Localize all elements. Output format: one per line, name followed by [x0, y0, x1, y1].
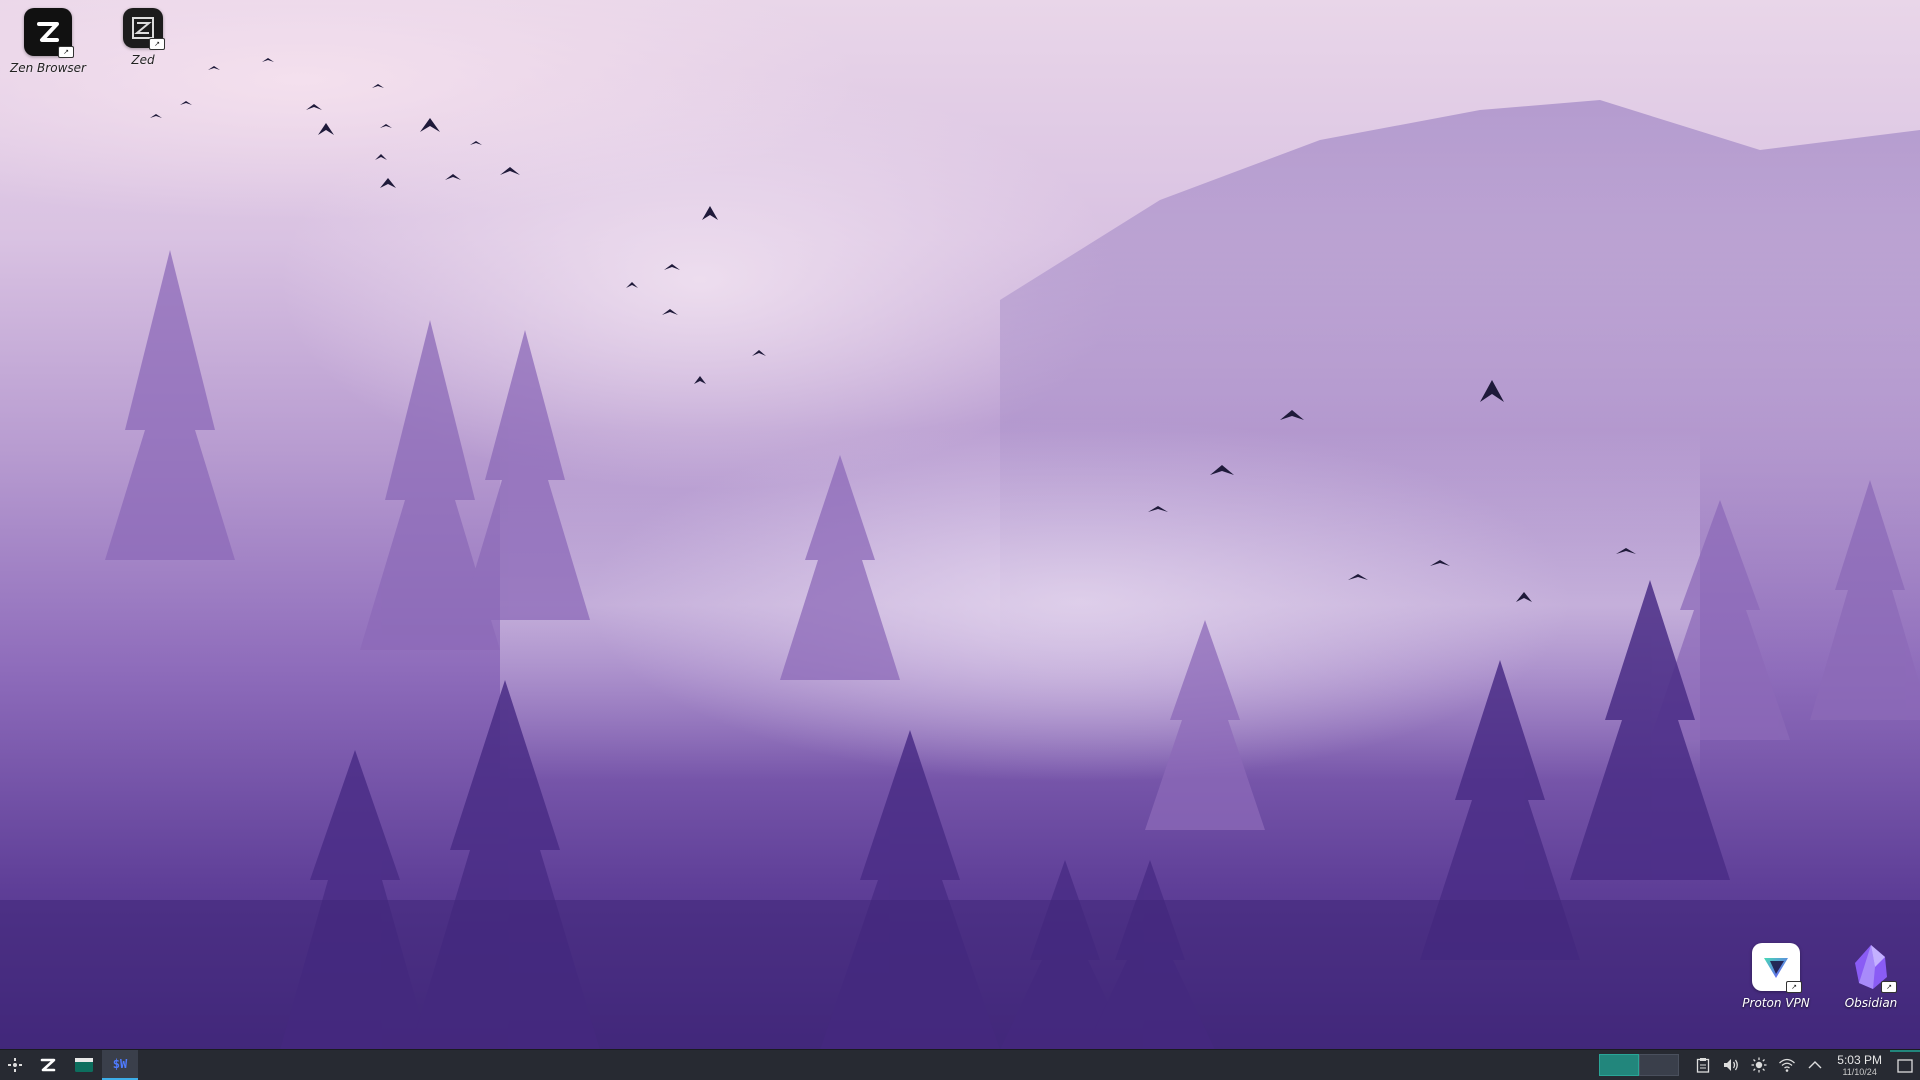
desktop-icon-zen-browser[interactable]: ↗ Zen Browser [2, 8, 94, 75]
taskbar-zen-browser[interactable] [30, 1050, 66, 1080]
terminal-icon [75, 1058, 93, 1072]
taskbar-sw-app[interactable]: $W [102, 1050, 138, 1080]
proton-vpn-icon: ↗ [1752, 943, 1802, 993]
zen-browser-icon: ↗ [24, 8, 74, 58]
link-badge-icon: ↗ [149, 38, 165, 50]
clipboard-icon[interactable] [1689, 1050, 1717, 1080]
brightness-icon[interactable] [1745, 1050, 1773, 1080]
clock-time: 5:03 PM [1837, 1052, 1882, 1067]
link-badge-icon: ↗ [58, 46, 74, 58]
desktop[interactable]: ↗ Zen Browser ↗ Zed ↗ Proton VPN ↗ Obsid… [0, 0, 1920, 1080]
expand-tray-icon[interactable] [1801, 1050, 1829, 1080]
obsidian-icon: ↗ [1847, 943, 1897, 993]
digital-clock[interactable]: 5:03 PM 11/10/24 [1829, 1050, 1890, 1080]
volume-icon[interactable] [1717, 1050, 1745, 1080]
desktop-icon-zed[interactable]: ↗ Zed [97, 8, 189, 67]
zen-browser-icon [40, 1058, 56, 1072]
desktop-icon-label: Proton VPN [1742, 996, 1810, 1010]
pager-desktop-2[interactable] [1639, 1054, 1680, 1076]
clock-date: 11/10/24 [1842, 1066, 1877, 1077]
pager-desktop-1[interactable] [1599, 1054, 1640, 1076]
desktop-icon-label: Zen Browser [10, 61, 86, 75]
zed-editor-icon: ↗ [123, 8, 165, 50]
taskbar: $W 5:03 PM 11/10/24 [0, 1049, 1920, 1080]
desktop-icon-label: Zed [131, 53, 155, 67]
desktop-icon-proton-vpn[interactable]: ↗ Proton VPN [1730, 943, 1822, 1010]
link-badge-icon: ↗ [1786, 981, 1802, 993]
wallpaper [0, 58, 1920, 1050]
desktop-icon-label: Obsidian [1844, 996, 1898, 1010]
sw-app-icon: $W [112, 1057, 128, 1071]
link-badge-icon: ↗ [1881, 981, 1897, 993]
show-desktop-icon [1897, 1059, 1913, 1073]
show-desktop-button[interactable] [1890, 1050, 1920, 1080]
wifi-icon[interactable] [1773, 1050, 1801, 1080]
desktop-icon-obsidian[interactable]: ↗ Obsidian [1825, 943, 1917, 1010]
application-launcher-icon[interactable] [0, 1050, 30, 1080]
virtual-desktop-pager [1599, 1054, 1680, 1076]
taskbar-terminal[interactable] [66, 1050, 102, 1080]
